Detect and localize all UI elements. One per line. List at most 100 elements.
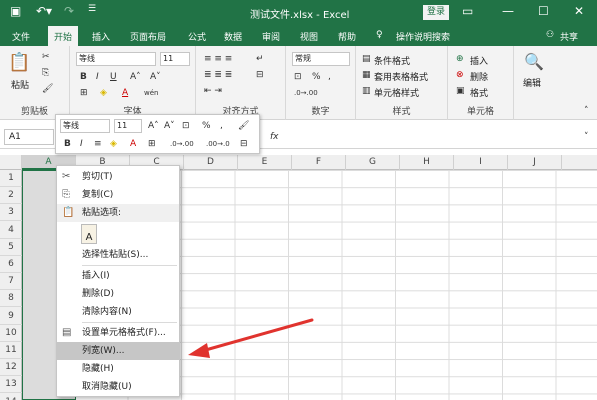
column-header-h[interactable]: H xyxy=(400,155,454,170)
row-header[interactable]: 10 xyxy=(0,325,22,342)
name-box[interactable]: A1 xyxy=(4,129,54,145)
insert-cells-button[interactable]: 插入 xyxy=(470,54,488,67)
mini-font-size-combo[interactable]: 11 xyxy=(114,119,142,133)
save-icon[interactable]: ▣ xyxy=(10,4,21,18)
paste-icon[interactable]: A xyxy=(81,224,97,244)
font-size-combo[interactable]: 11 xyxy=(160,52,190,66)
row-header[interactable]: 9 xyxy=(0,308,22,325)
tab-data[interactable]: 数据 xyxy=(224,30,242,43)
mini-merge-icon[interactable]: ⊟ xyxy=(240,139,248,149)
share-icon[interactable]: ⚇ xyxy=(546,30,554,40)
row-header[interactable]: 2 xyxy=(0,187,22,205)
increase-decimal-icon[interactable]: .0→.00 xyxy=(294,88,318,98)
column-header-i[interactable]: I xyxy=(454,155,508,170)
mini-fill-color-icon[interactable]: ◈ xyxy=(110,139,117,149)
mini-font-grow-icon[interactable]: A˄ xyxy=(148,121,159,131)
redo-icon[interactable]: ↷ xyxy=(64,4,74,18)
login-button[interactable]: 登录 xyxy=(423,5,449,20)
font-name-combo[interactable]: 等线 xyxy=(76,52,156,66)
row-header[interactable]: 13 xyxy=(0,376,22,394)
tell-me-search[interactable]: 操作说明搜索 xyxy=(396,30,450,43)
mini-font-color-icon[interactable]: A xyxy=(130,139,136,149)
align-top-icon[interactable]: ≡ ≡ ≡ xyxy=(204,54,232,64)
tab-view[interactable]: 视图 xyxy=(300,30,318,43)
column-header-f[interactable]: F xyxy=(292,155,346,170)
editing-icon[interactable]: 🔍 xyxy=(524,54,544,70)
format-as-table-button[interactable]: 套用表格格式 xyxy=(374,70,428,83)
menu-item-copy[interactable]: ⎘ 复制(C) xyxy=(57,186,179,204)
mini-font-shrink-icon[interactable]: A˅ xyxy=(164,121,175,131)
row-header[interactable]: 12 xyxy=(0,359,22,377)
mini-percent-button[interactable]: % xyxy=(202,121,211,131)
paste-icon[interactable]: 📋 xyxy=(8,54,30,72)
mini-align-center-icon[interactable]: ≡ xyxy=(94,139,102,149)
phonetic-icon[interactable]: wén xyxy=(144,88,158,98)
fill-color-icon[interactable]: ◈ xyxy=(100,88,107,98)
menu-item-unhide[interactable]: 取消隐藏(U) xyxy=(57,378,179,396)
font-color-icon[interactable]: A xyxy=(122,88,128,98)
italic-icon[interactable]: I xyxy=(96,72,99,82)
select-all-corner[interactable] xyxy=(0,155,22,170)
align-left-icon[interactable]: ≣ ≣ ≣ xyxy=(204,70,232,80)
maximize-icon[interactable]: ☐ xyxy=(538,4,549,18)
underline-icon[interactable]: U xyxy=(110,72,117,82)
delete-cells-button[interactable]: 删除 xyxy=(470,70,488,83)
row-header[interactable]: 1 xyxy=(0,170,22,187)
menu-item-cut[interactable]: ✂ 剪切(T) xyxy=(57,168,179,186)
insert-function-button[interactable]: fx xyxy=(270,132,279,142)
column-header-d[interactable]: D xyxy=(184,155,238,170)
column-header-j[interactable]: J xyxy=(508,155,562,170)
comma-button[interactable]: , xyxy=(328,72,331,82)
mini-border-icon[interactable]: ⊞ xyxy=(148,139,156,149)
menu-item-paste-special[interactable]: 选择性粘贴(S)... xyxy=(57,246,179,264)
cut-icon[interactable]: ✂ xyxy=(42,52,50,62)
conditional-format-button[interactable]: 条件格式 xyxy=(374,54,410,67)
format-cells-button[interactable]: 格式 xyxy=(470,86,488,99)
percent-button[interactable]: % xyxy=(312,72,321,82)
row-header[interactable]: 4 xyxy=(0,222,22,239)
mini-increase-decimal-icon[interactable]: .0→.00 xyxy=(170,139,194,149)
editing-button[interactable]: 编辑 xyxy=(523,76,541,89)
expand-formula-icon[interactable]: ˅ xyxy=(584,132,589,142)
indent-icon[interactable]: ⇤ ⇥ xyxy=(204,86,222,96)
currency-icon[interactable]: ⊡ xyxy=(294,72,302,82)
font-grow-icon[interactable]: A˄ xyxy=(130,72,141,82)
tab-insert[interactable]: 插入 xyxy=(92,30,110,43)
tab-page-layout[interactable]: 页面布局 xyxy=(130,30,166,43)
mini-italic-button[interactable]: I xyxy=(80,139,83,149)
format-painter-icon[interactable]: 🖌 xyxy=(42,84,53,94)
row-header[interactable]: 14 xyxy=(0,394,22,400)
merge-icon[interactable]: ⊟ xyxy=(256,70,264,80)
menu-item-column-width[interactable]: 列宽(W)... xyxy=(57,342,179,360)
mini-number-format-icon[interactable]: ⊡ xyxy=(182,121,190,131)
menu-item-clear-contents[interactable]: 清除内容(N) xyxy=(57,303,179,321)
copy-icon[interactable]: ⎘ xyxy=(42,68,49,78)
row-header[interactable]: 11 xyxy=(0,342,22,359)
mini-format-painter-icon[interactable]: 🖌 xyxy=(238,121,249,131)
tab-review[interactable]: 审阅 xyxy=(262,30,280,43)
paste-button[interactable]: 粘贴 xyxy=(11,78,29,91)
collapse-ribbon-icon[interactable]: ˄ xyxy=(584,106,589,116)
row-header[interactable]: 3 xyxy=(0,204,22,222)
menu-item-format-cells[interactable]: ▤ 设置单元格格式(F)... xyxy=(57,324,179,342)
mini-comma-button[interactable]: , xyxy=(220,121,223,131)
mini-bold-button[interactable]: B xyxy=(64,139,71,149)
wrap-text-icon[interactable]: ↵ xyxy=(256,54,264,64)
menu-item-delete[interactable]: 删除(D) xyxy=(57,285,179,303)
mini-font-name-combo[interactable]: 等线 xyxy=(60,119,110,133)
column-header-g[interactable]: G xyxy=(346,155,400,170)
border-icon[interactable]: ⊞ xyxy=(80,88,88,98)
ribbon-display-icon[interactable]: ▭ xyxy=(462,4,473,18)
tab-help[interactable]: 帮助 xyxy=(338,30,356,43)
row-header[interactable]: 5 xyxy=(0,239,22,256)
close-icon[interactable]: ✕ xyxy=(574,4,584,18)
row-header[interactable]: 7 xyxy=(0,273,22,291)
undo-icon[interactable]: ↶▾ xyxy=(36,4,52,18)
column-header-e[interactable]: E xyxy=(238,155,292,170)
mini-decrease-decimal-icon[interactable]: .00→.0 xyxy=(206,139,230,149)
row-header[interactable]: 6 xyxy=(0,256,22,273)
font-shrink-icon[interactable]: A˅ xyxy=(150,72,161,82)
customize-qat-icon[interactable]: ☰ xyxy=(88,4,96,14)
tab-home[interactable]: 开始 xyxy=(48,26,79,46)
cell-styles-button[interactable]: 单元格样式 xyxy=(374,86,419,99)
